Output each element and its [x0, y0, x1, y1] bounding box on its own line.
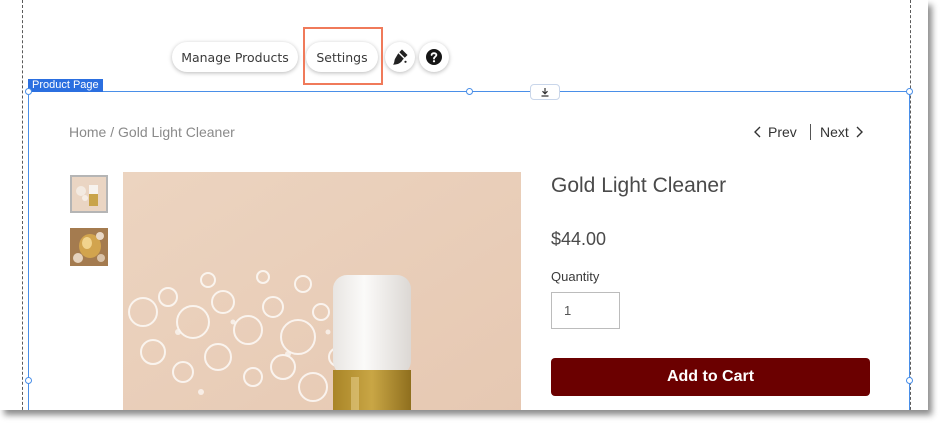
resize-handle-left-middle[interactable]	[25, 377, 32, 384]
editor-canvas: Manage Products Settings Product Page Ho…	[0, 0, 928, 410]
design-button[interactable]	[385, 42, 415, 72]
breadcrumb-current: Gold Light Cleaner	[118, 124, 235, 140]
section-anchor-button[interactable]	[530, 84, 560, 100]
settings-highlight-box	[303, 27, 383, 85]
chevron-right-icon	[856, 126, 863, 138]
resize-handle-top-center[interactable]	[466, 88, 473, 95]
add-to-cart-button[interactable]: Add to Cart	[551, 358, 870, 396]
help-button[interactable]	[419, 42, 449, 72]
product-photo	[123, 172, 521, 410]
breadcrumb-home-link[interactable]: Home	[69, 124, 106, 140]
section-label[interactable]: Product Page	[28, 79, 103, 92]
product-thumbnail-2[interactable]	[70, 228, 108, 266]
question-icon	[426, 49, 442, 65]
product-thumbnail-1[interactable]	[70, 175, 108, 213]
breadcrumb-separator: /	[106, 124, 119, 140]
quantity-input[interactable]	[551, 292, 620, 329]
product-main-image[interactable]	[123, 172, 521, 410]
paint-brush-icon	[393, 49, 408, 65]
manage-products-button[interactable]: Manage Products	[172, 42, 298, 72]
right-guide-line	[910, 0, 911, 410]
quantity-label: Quantity	[551, 269, 600, 284]
pager-divider	[810, 124, 811, 140]
chevron-left-icon	[754, 126, 761, 138]
thumbnail-image	[72, 177, 106, 211]
prev-label: Prev	[768, 124, 797, 140]
left-guide-line	[22, 0, 23, 410]
product-price: $44.00	[551, 229, 607, 249]
thumbnail-image	[70, 228, 108, 266]
product-title: Gold Light Cleaner	[551, 174, 727, 197]
breadcrumb: Home / Gold Light Cleaner	[69, 124, 235, 140]
resize-handle-top-right[interactable]	[906, 88, 913, 95]
resize-handle-right-middle[interactable]	[906, 377, 913, 384]
prev-link[interactable]: Prev	[753, 124, 797, 140]
next-link[interactable]: Next	[820, 124, 864, 140]
download-arrow-icon	[541, 88, 549, 97]
resize-handle-top-left[interactable]	[25, 88, 32, 95]
next-label: Next	[820, 124, 849, 140]
